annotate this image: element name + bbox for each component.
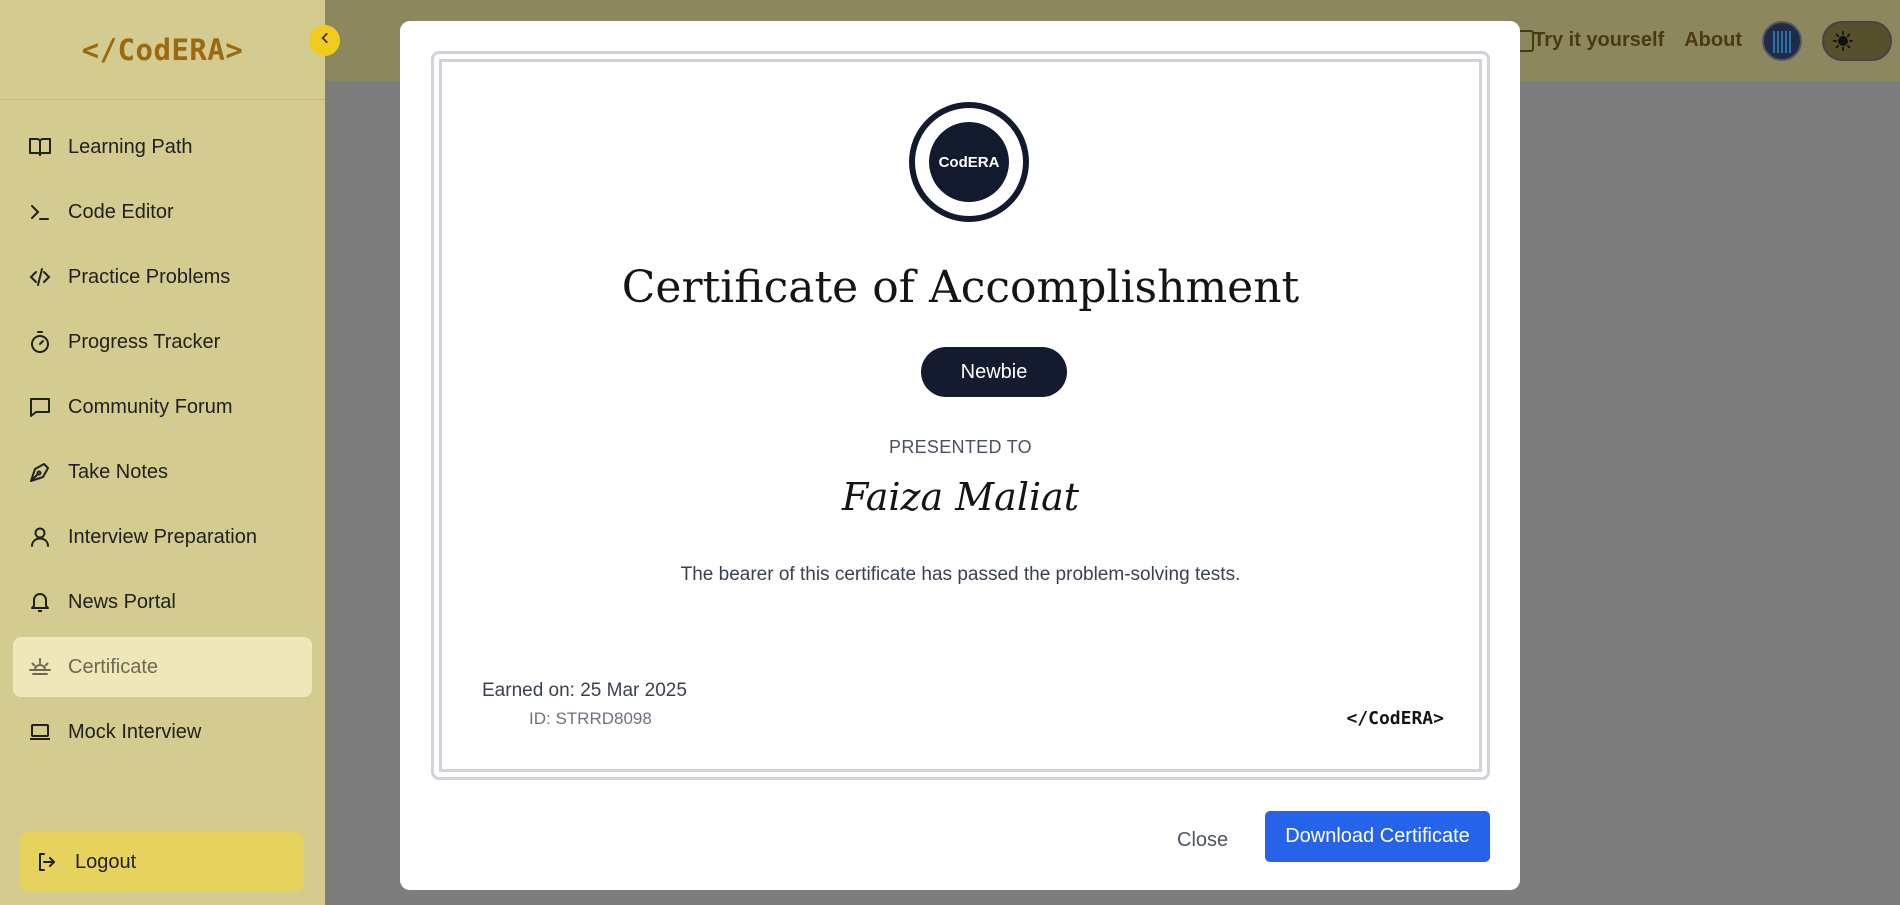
user-icon <box>27 524 53 550</box>
sidebar-item-community-forum[interactable]: Community Forum <box>13 377 312 437</box>
sidebar-item-label: Mock Interview <box>68 720 202 743</box>
sidebar-item-practice-problems[interactable]: Practice Problems <box>13 247 312 307</box>
certificate-id: ID: STRRD8098 <box>529 709 652 728</box>
pen-tool-icon <box>27 459 53 485</box>
sidebar-item-code-editor[interactable]: Code Editor <box>13 182 312 242</box>
sidebar-item-label: News Portal <box>68 590 176 613</box>
message-square-icon <box>27 394 53 420</box>
sidebar-item-label: Practice Problems <box>68 265 231 288</box>
avatar[interactable] <box>1762 20 1802 61</box>
log-out-icon <box>34 849 60 875</box>
terminal-icon <box>27 199 53 225</box>
certificate-inner-frame: CodERA Certificate of Accomplishment New… <box>439 59 1482 772</box>
code-icon <box>27 264 53 290</box>
close-button[interactable]: Close <box>1177 829 1228 852</box>
sidebar-header: </CodERA> <box>0 0 325 100</box>
level-badge: Newbie <box>921 347 1067 397</box>
sidebar-item-mock-interview[interactable]: Mock Interview <box>13 702 312 762</box>
sidebar-item-label: Interview Preparation <box>68 525 257 548</box>
chevron-left-icon <box>318 31 332 50</box>
sidebar: </CodERA> Learning Path Code Editor Prac… <box>0 0 325 905</box>
recipient-name: Faiza Maliat <box>841 475 1080 519</box>
sidebar-collapse-button[interactable] <box>309 25 340 56</box>
sidebar-item-label: Take Notes <box>68 460 169 483</box>
certificate-statement: The bearer of this certificate has passe… <box>680 564 1241 585</box>
nav-link-try-it-yourself[interactable]: Try it yourself <box>1533 29 1664 52</box>
sidebar-item-news-portal[interactable]: News Portal <box>13 572 312 632</box>
earned-date: Earned on: 25 Mar 2025 <box>482 680 687 701</box>
sidebar-item-label: Learning Path <box>68 135 193 158</box>
bell-icon <box>27 589 53 615</box>
book-open-icon <box>27 134 53 160</box>
sidebar-item-certificate[interactable]: Certificate <box>13 637 312 697</box>
sidebar-item-label: Community Forum <box>68 395 233 418</box>
sunrise-icon <box>27 654 53 680</box>
seal-text: CodERA <box>929 122 1009 202</box>
certificate-brand-mark: </CodERA> <box>1346 708 1444 729</box>
certificate-modal: CodERA Certificate of Accomplishment New… <box>400 21 1520 890</box>
sidebar-nav: Learning Path Code Editor Practice Probl… <box>13 117 312 767</box>
nav-link-about[interactable]: About <box>1684 29 1742 52</box>
download-certificate-button[interactable]: Download Certificate <box>1265 811 1490 862</box>
timer-icon <box>27 329 53 355</box>
top-nav-links: Try it yourself About <box>1533 0 1900 81</box>
certificate-seal: CodERA <box>909 102 1029 222</box>
logout-label: Logout <box>75 850 137 873</box>
sidebar-item-progress-tracker[interactable]: Progress Tracker <box>13 312 312 372</box>
theme-toggle[interactable] <box>1822 20 1892 61</box>
logout-button[interactable]: Logout <box>20 832 304 892</box>
sun-icon <box>1830 28 1856 54</box>
app-logo[interactable]: </CodERA> <box>82 33 244 67</box>
sidebar-item-learning-path[interactable]: Learning Path <box>13 117 312 177</box>
sidebar-item-interview-preparation[interactable]: Interview Preparation <box>13 507 312 567</box>
certificate-frame: CodERA Certificate of Accomplishment New… <box>431 51 1490 780</box>
sidebar-item-label: Code Editor <box>68 200 174 223</box>
sidebar-item-label: Progress Tracker <box>68 330 221 353</box>
laptop-icon <box>27 719 53 745</box>
presented-to-label: PRESENTED TO <box>889 437 1032 457</box>
sidebar-item-take-notes[interactable]: Take Notes <box>13 442 312 502</box>
sidebar-item-label: Certificate <box>68 655 159 678</box>
certificate-title: Certificate of Accomplishment <box>621 262 1300 313</box>
